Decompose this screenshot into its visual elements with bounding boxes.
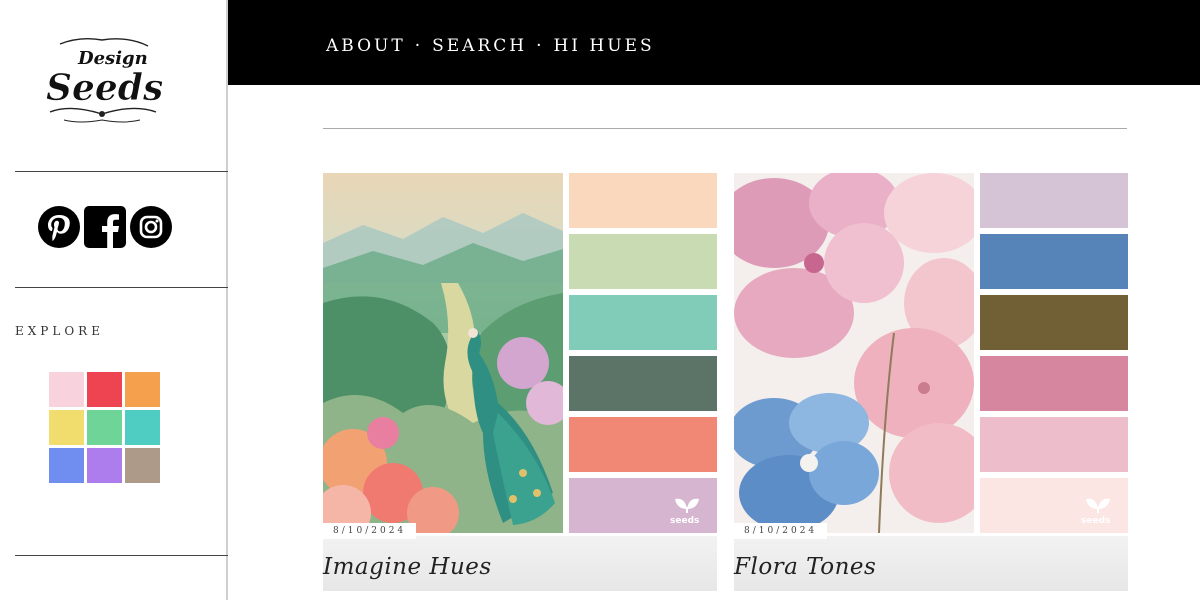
sidebar-divider xyxy=(15,287,228,288)
explore-swatch-violet[interactable] xyxy=(87,448,122,483)
nav-separator: · xyxy=(536,36,545,56)
palette-swatches: seeds xyxy=(980,173,1128,539)
explore-swatch-aqua[interactable] xyxy=(125,410,160,445)
explore-swatch-neutral[interactable] xyxy=(125,448,160,483)
seeds-logo-icon: seeds xyxy=(1081,498,1110,526)
card-title-bar[interactable]: Flora Tones xyxy=(734,536,1128,591)
palette-date: 8/10/2024 xyxy=(734,523,828,539)
palette-chip[interactable] xyxy=(980,417,1128,472)
palette-chip[interactable] xyxy=(569,173,717,228)
palette-title[interactable]: Flora Tones xyxy=(734,554,876,580)
palette-card[interactable]: seeds Flora Tones 8/10/2024 xyxy=(734,173,1128,593)
explore-swatch-green[interactable] xyxy=(87,410,122,445)
explore-swatch-red[interactable] xyxy=(87,372,122,407)
nav-search[interactable]: SEARCH xyxy=(432,36,527,56)
svg-text:seeds: seeds xyxy=(670,516,699,526)
explore-color-grid xyxy=(49,372,160,483)
palette-chip[interactable] xyxy=(569,234,717,289)
svg-text:Seeds: Seeds xyxy=(46,67,163,109)
palette-swatches: seeds xyxy=(569,173,717,539)
palette-chip[interactable] xyxy=(980,295,1128,350)
facebook-icon[interactable] xyxy=(83,205,127,249)
svg-text:seeds: seeds xyxy=(1081,516,1110,526)
palette-photo-peacock-landscape[interactable] xyxy=(323,173,563,533)
palette-chip[interactable] xyxy=(569,417,717,472)
instagram-icon[interactable] xyxy=(129,205,173,249)
palette-chip[interactable]: seeds xyxy=(980,478,1128,533)
palette-chip[interactable] xyxy=(569,356,717,411)
palette-date: 8/10/2024 xyxy=(323,523,417,539)
pinterest-icon[interactable] xyxy=(37,205,81,249)
social-links xyxy=(37,205,173,249)
palette-chip[interactable] xyxy=(980,173,1128,228)
seeds-logo-icon: seeds xyxy=(670,498,699,526)
explore-swatch-blue[interactable] xyxy=(49,448,84,483)
palette-chip[interactable]: seeds xyxy=(569,478,717,533)
palette-title[interactable]: Imagine Hues xyxy=(323,554,492,580)
palette-chip[interactable] xyxy=(980,356,1128,411)
svg-text:Design: Design xyxy=(77,48,148,69)
explore-swatch-yellow[interactable] xyxy=(49,410,84,445)
sidebar-divider xyxy=(15,171,228,172)
content-divider xyxy=(323,128,1127,129)
explore-label: EXPLORE xyxy=(15,324,104,338)
nav-separator: · xyxy=(414,36,424,56)
palette-chip[interactable] xyxy=(980,234,1128,289)
design-seeds-logo[interactable]: Design Seeds xyxy=(40,34,164,130)
explore-swatch-pink[interactable] xyxy=(49,372,84,407)
top-nav-bar: ABOUT · SEARCH · HI HUES xyxy=(228,0,1200,85)
sidebar: Design Seeds EXPLORE xyxy=(0,0,228,600)
explore-swatch-orange[interactable] xyxy=(125,372,160,407)
palette-chip[interactable] xyxy=(569,295,717,350)
main-nav: ABOUT · SEARCH · HI HUES xyxy=(326,36,655,56)
nav-about[interactable]: ABOUT xyxy=(326,36,406,56)
palette-card[interactable]: seeds Imagine Hues 8/10/2024 xyxy=(323,173,717,593)
nav-hi-hues[interactable]: HI HUES xyxy=(553,36,654,56)
palette-photo-pressed-flowers[interactable] xyxy=(734,173,974,533)
card-title-bar[interactable]: Imagine Hues xyxy=(323,536,717,591)
sidebar-divider xyxy=(15,555,228,556)
